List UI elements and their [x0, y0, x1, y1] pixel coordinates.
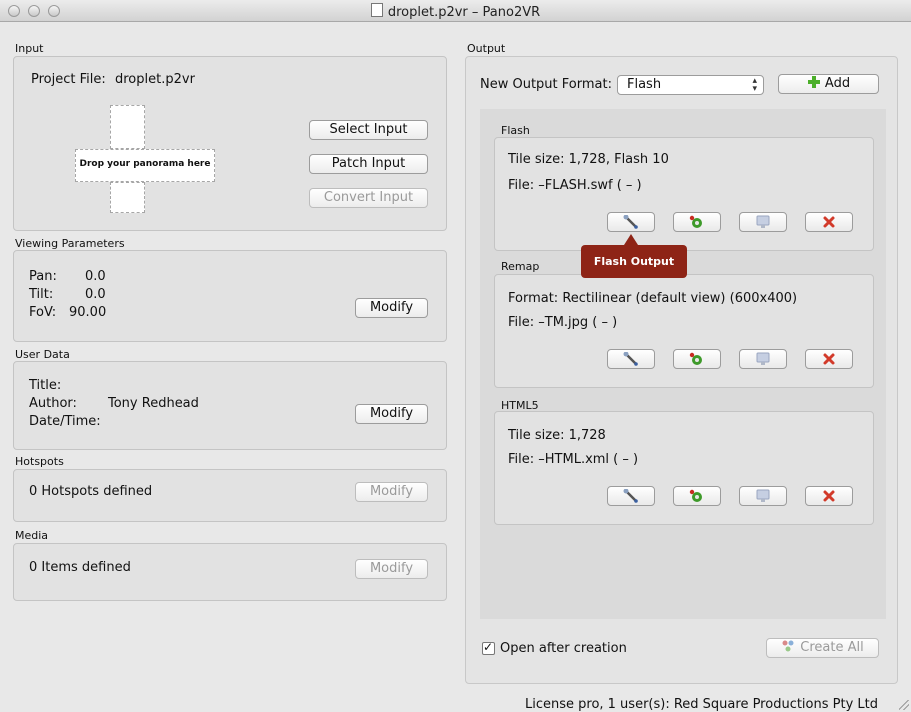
cube-face-bottom — [110, 182, 145, 213]
convert-input-button[interactable]: Convert Input — [309, 188, 428, 208]
add-output-button[interactable]: Add — [778, 74, 879, 94]
gear-icon — [689, 489, 702, 502]
project-file-value: droplet.p2vr — [115, 72, 195, 87]
select-input-button[interactable]: Select Input — [309, 120, 428, 140]
remap-output-panel: Format: Rectilinear (default view) (600x… — [494, 274, 874, 388]
pan-label: Pan: — [29, 269, 57, 284]
input-group-label: Input — [15, 42, 44, 55]
cube-face-top — [110, 105, 145, 149]
author-label: Author: — [29, 396, 77, 411]
open-after-creation-label: Open after creation — [500, 641, 627, 656]
document-icon — [370, 3, 383, 17]
flash-output-tooltip: Flash Output — [581, 245, 687, 278]
fov-value: 90.00 — [69, 305, 107, 320]
pan-value: 0.0 — [85, 269, 106, 284]
wrench-icon — [623, 215, 638, 229]
output-format-selected: Flash — [627, 77, 662, 92]
html5-tile-size: Tile size: 1,728 — [508, 428, 606, 443]
tooltip-arrow — [624, 234, 638, 245]
userdata-group-label: User Data — [15, 348, 70, 361]
flash-settings-button[interactable] — [607, 212, 655, 232]
viewing-panel: Pan: 0.0 Tilt: 0.0 FoV: 90.00 Modify — [13, 250, 447, 342]
output-format-select[interactable]: Flash ▴ ▾ — [617, 75, 764, 95]
html5-output-panel: Tile size: 1,728 File: –HTML.xml ( – ) — [494, 411, 874, 525]
userdata-panel: Title: Author: Tony Redhead Date/Time: M… — [13, 361, 447, 450]
license-status: License pro, 1 user(s): Red Square Produ… — [524, 697, 878, 712]
project-file-label: Project File: — [31, 72, 106, 87]
monitor-icon — [756, 489, 770, 502]
monitor-icon — [756, 352, 770, 365]
delete-icon — [823, 216, 835, 228]
fov-label: FoV: — [29, 305, 57, 320]
userdata-modify-button[interactable]: Modify — [355, 404, 428, 424]
media-group-label: Media — [15, 529, 49, 542]
add-icon — [807, 76, 820, 88]
drop-panorama-text: Drop your panorama here — [79, 159, 211, 169]
remap-create-button[interactable] — [673, 349, 721, 369]
remap-preview-button[interactable] — [739, 349, 787, 369]
tilt-value: 0.0 — [85, 287, 106, 302]
hotspots-count: 0 Hotspots defined — [29, 484, 153, 499]
html5-create-button[interactable] — [673, 486, 721, 506]
flash-create-button[interactable] — [673, 212, 721, 232]
media-panel: 0 Items defined Modify — [13, 543, 447, 601]
window-title: droplet.p2vr – Pano2VR — [0, 3, 911, 20]
output-list: Flash Tile size: 1,728, Flash 10 File: –… — [480, 109, 886, 619]
create-all-icon — [782, 640, 794, 652]
open-after-creation-checkbox[interactable] — [482, 640, 495, 655]
new-output-format-label: New Output Format: — [480, 77, 612, 92]
html5-settings-button[interactable] — [607, 486, 655, 506]
patch-input-button[interactable]: Patch Input — [309, 154, 428, 174]
output-panel: New Output Format: Flash ▴ ▾ Add Flash Ti… — [465, 56, 898, 684]
html5-file: File: –HTML.xml ( – ) — [508, 452, 639, 467]
create-all-button[interactable]: Create All — [766, 638, 879, 658]
updown-arrows-icon: ▴ ▾ — [752, 76, 757, 94]
flash-delete-button[interactable] — [805, 212, 853, 232]
hotspots-modify-button[interactable]: Modify — [355, 482, 428, 502]
author-value: Tony Redhead — [108, 396, 199, 411]
media-modify-button[interactable]: Modify — [355, 559, 428, 579]
wrench-icon — [623, 489, 638, 503]
flash-tile-size: Tile size: 1,728, Flash 10 — [508, 152, 669, 167]
tilt-label: Tilt: — [29, 287, 54, 302]
viewing-group-label: Viewing Parameters — [15, 237, 125, 250]
html5-preview-button[interactable] — [739, 486, 787, 506]
remap-delete-button[interactable] — [805, 349, 853, 369]
wrench-icon — [623, 352, 638, 366]
title-label: Title: — [29, 378, 62, 393]
title-bar: droplet.p2vr – Pano2VR — [0, 0, 911, 22]
flash-output-panel: Tile size: 1,728, Flash 10 File: –FLASH.… — [494, 137, 874, 251]
html5-delete-button[interactable] — [805, 486, 853, 506]
remap-section-label: Remap — [501, 260, 540, 273]
viewing-modify-button[interactable]: Modify — [355, 298, 428, 318]
resize-grip[interactable] — [899, 700, 909, 710]
remap-format: Format: Rectilinear (default view) (600x… — [508, 291, 798, 306]
hotspots-panel: 0 Hotspots defined Modify — [13, 469, 447, 522]
remap-settings-button[interactable] — [607, 349, 655, 369]
flash-preview-button[interactable] — [739, 212, 787, 232]
gear-icon — [689, 352, 702, 365]
delete-icon — [823, 353, 835, 365]
flash-section-label: Flash — [501, 124, 530, 137]
flash-file: File: –FLASH.swf ( – ) — [508, 178, 642, 193]
input-panel: Project File: droplet.p2vr Drop your pan… — [13, 56, 447, 231]
output-group-label: Output — [467, 42, 506, 55]
gear-icon — [689, 215, 702, 228]
hotspots-group-label: Hotspots — [15, 455, 64, 468]
delete-icon — [823, 490, 835, 502]
remap-file: File: –TM.jpg ( – ) — [508, 315, 618, 330]
media-count: 0 Items defined — [29, 560, 131, 575]
monitor-icon — [756, 215, 770, 228]
datetime-label: Date/Time: — [29, 414, 101, 429]
